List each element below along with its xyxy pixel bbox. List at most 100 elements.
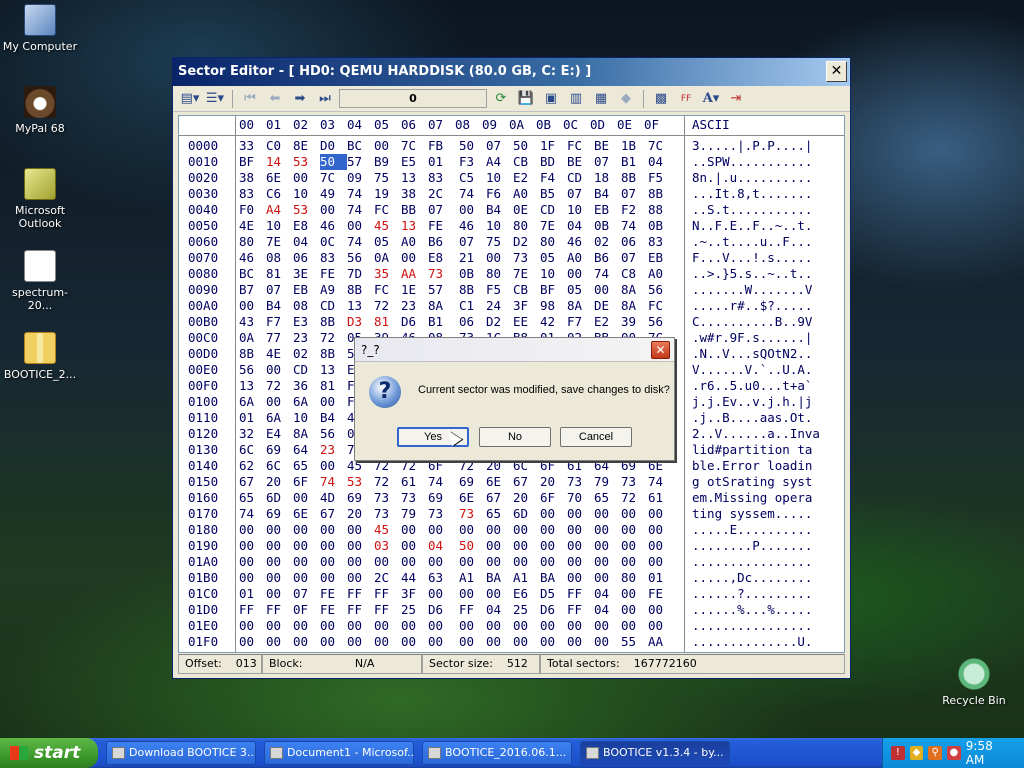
save-icon[interactable]: 💾: [515, 89, 537, 109]
network-icon[interactable]: ●: [947, 746, 961, 760]
hex-byte[interactable]: CB: [513, 154, 540, 170]
hex-byte[interactable]: D0: [320, 138, 347, 154]
start-button[interactable]: start: [0, 738, 98, 768]
hex-byte[interactable]: 75: [486, 234, 513, 250]
hex-byte[interactable]: 8B: [239, 346, 266, 362]
hex-byte[interactable]: 00: [621, 618, 648, 634]
hex-byte[interactable]: 24: [486, 298, 513, 314]
hex-byte[interactable]: 10: [540, 266, 567, 282]
hex-byte[interactable]: 83: [320, 250, 347, 266]
hex-byte[interactable]: E6: [513, 586, 540, 602]
exit-icon[interactable]: ⇥: [725, 89, 747, 109]
hex-byte[interactable]: 00: [347, 538, 374, 554]
hex-byte[interactable]: 00: [459, 522, 486, 538]
export-icon[interactable]: ▣: [540, 89, 562, 109]
row-hex-bytes[interactable]: 00 00 00 00 00 00 00 00 00 00 00 00 00 00 55 AA: [239, 634, 675, 650]
row-ascii[interactable]: ..>.}5.s..~..t..: [692, 266, 812, 282]
hex-byte[interactable]: FE: [320, 602, 347, 618]
refresh-icon[interactable]: ⟳: [490, 89, 512, 109]
hex-byte[interactable]: 10: [567, 202, 594, 218]
hex-byte[interactable]: 00: [648, 538, 675, 554]
window-titlebar[interactable]: Sector Editor - [ HD0: QEMU HARDDISK (80…: [173, 58, 850, 86]
hex-byte[interactable]: 72: [266, 378, 293, 394]
hex-byte[interactable]: 65: [293, 458, 320, 474]
hex-byte[interactable]: B6: [594, 250, 621, 266]
row-ascii[interactable]: .j..B....aas.Ot.: [692, 410, 812, 426]
hex-byte[interactable]: 07: [486, 138, 513, 154]
hex-byte[interactable]: 69: [347, 490, 374, 506]
hex-byte[interactable]: 20: [540, 474, 567, 490]
row-ascii[interactable]: ..SPW...........: [692, 154, 812, 170]
hex-byte[interactable]: 00: [486, 538, 513, 554]
hex-byte[interactable]: BB: [401, 202, 428, 218]
hex-byte[interactable]: 38: [239, 170, 266, 186]
row-ascii[interactable]: ..............U.: [692, 634, 812, 650]
hex-byte[interactable]: 21: [459, 250, 486, 266]
sector-number-field[interactable]: 0: [339, 89, 487, 108]
hex-byte[interactable]: 00: [513, 618, 540, 634]
hex-byte[interactable]: 74: [648, 474, 675, 490]
hex-byte[interactable]: 00: [347, 570, 374, 586]
hex-byte[interactable]: 18: [594, 170, 621, 186]
hex-byte[interactable]: B4: [486, 202, 513, 218]
hex-byte[interactable]: 00: [594, 570, 621, 586]
hex-byte[interactable]: 81: [266, 266, 293, 282]
hex-byte[interactable]: 32: [239, 426, 266, 442]
row-ascii[interactable]: ...It.8,t.......: [692, 186, 812, 202]
hex-byte[interactable]: 00: [374, 634, 401, 650]
hex-byte[interactable]: 45: [374, 522, 401, 538]
hex-byte[interactable]: 74: [621, 218, 648, 234]
hex-byte[interactable]: B1: [428, 314, 455, 330]
hex-byte[interactable]: 65: [239, 490, 266, 506]
hex-byte[interactable]: 25: [513, 602, 540, 618]
hex-byte[interactable]: 00: [401, 522, 428, 538]
hex-byte[interactable]: 00: [266, 618, 293, 634]
hex-byte[interactable]: 13: [239, 378, 266, 394]
hex-byte[interactable]: 00: [428, 522, 455, 538]
hex-byte[interactable]: 0B: [594, 218, 621, 234]
hex-byte[interactable]: 39: [621, 314, 648, 330]
hex-byte[interactable]: FF: [347, 602, 374, 618]
row-hex-bytes[interactable]: 00 00 00 00 00 2C 44 63 A1 BA A1 BA 00 00 80 01: [239, 570, 675, 586]
hex-byte[interactable]: 0A: [239, 330, 266, 346]
hex-byte[interactable]: 44: [401, 570, 428, 586]
hex-byte[interactable]: 00: [621, 554, 648, 570]
hex-byte[interactable]: 00: [266, 570, 293, 586]
hex-byte[interactable]: E3: [293, 314, 320, 330]
hex-byte[interactable]: 00: [239, 554, 266, 570]
search-icon[interactable]: ⚲: [928, 746, 943, 760]
hex-byte[interactable]: EB: [293, 282, 320, 298]
hex-byte[interactable]: CD: [293, 362, 320, 378]
hex-byte[interactable]: 73: [428, 266, 455, 282]
hex-byte[interactable]: 6A: [293, 394, 320, 410]
hex-byte[interactable]: 00: [621, 538, 648, 554]
hex-byte[interactable]: 50: [459, 538, 486, 554]
hex-byte[interactable]: E2: [594, 314, 621, 330]
hex-byte[interactable]: 00: [428, 554, 455, 570]
hex-byte[interactable]: 56: [320, 426, 347, 442]
hex-byte[interactable]: 57: [428, 282, 455, 298]
hex-byte[interactable]: BF: [540, 282, 567, 298]
desktop-icon-recycle-bin[interactable]: Recycle Bin: [934, 658, 1014, 707]
row-hex-bytes[interactable]: 46 08 06 83 56 0A 00 E8 21 00 73 05 A0 B6 07 EB: [239, 250, 675, 266]
hex-byte[interactable]: 00: [293, 490, 320, 506]
hex-byte[interactable]: 02: [293, 346, 320, 362]
hex-byte[interactable]: 00: [293, 634, 320, 650]
hex-byte[interactable]: B9: [374, 154, 401, 170]
hex-byte[interactable]: 80: [621, 570, 648, 586]
hex-byte[interactable]: 04: [428, 538, 455, 554]
row-hex-bytes[interactable]: BF 14 53 50 57 B9 E5 01 F3 A4 CB BD BE 07 B1 04: [239, 154, 675, 170]
hex-byte[interactable]: 05: [374, 234, 401, 250]
row-ascii[interactable]: em.Missing opera: [692, 490, 812, 506]
row-hex-bytes[interactable]: 00 00 00 00 00 03 00 04 50 00 00 00 00 00 00 00: [239, 538, 675, 554]
hex-byte[interactable]: 79: [594, 474, 621, 490]
hex-byte[interactable]: A1: [459, 570, 486, 586]
hex-byte[interactable]: 38: [401, 186, 428, 202]
hex-byte[interactable]: 00: [459, 202, 486, 218]
hex-byte[interactable]: CD: [320, 298, 347, 314]
hex-byte[interactable]: 07: [621, 186, 648, 202]
hex-byte[interactable]: 00: [266, 586, 293, 602]
hex-byte[interactable]: 8B: [459, 282, 486, 298]
hex-byte[interactable]: FC: [648, 298, 675, 314]
hex-byte[interactable]: 00: [567, 634, 594, 650]
